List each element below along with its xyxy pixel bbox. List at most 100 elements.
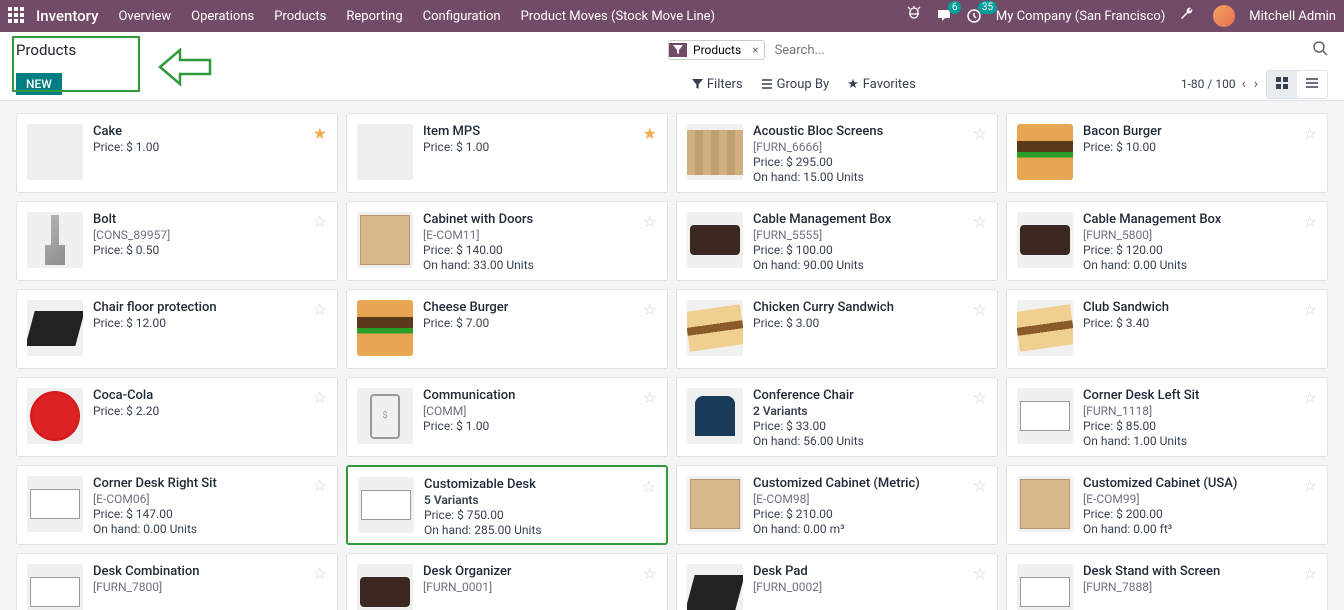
favorite-star-icon[interactable]: ☆ [313,476,327,495]
product-card[interactable]: Customizable Desk5 VariantsPrice: $ 750.… [346,465,668,545]
product-image [687,212,743,268]
nav-menu: Overview Operations Products Reporting C… [118,9,715,24]
product-price: Price: $ 120.00 [1083,243,1317,257]
product-card[interactable]: Cheese BurgerPrice: $ 7.00 ☆ [346,289,668,369]
search-icon[interactable] [1312,40,1328,60]
tutorial-arrow-icon [158,48,212,86]
favorite-star-icon[interactable]: ☆ [313,564,327,583]
product-name: Chair floor protection [93,300,327,315]
favorite-star-icon[interactable]: ☆ [973,124,987,143]
product-card[interactable]: Coca-ColaPrice: $ 2.20 ☆ [16,377,338,457]
product-card[interactable]: Chair floor protectionPrice: $ 12.00 ☆ [16,289,338,369]
product-body: Corner Desk Right Sit[E-COM06]Price: $ 1… [93,476,327,534]
favorite-star-icon[interactable]: ☆ [973,300,987,319]
filters-toggle[interactable]: Filters [692,77,743,92]
favorite-star-icon[interactable]: ☆ [643,212,657,231]
apps-icon[interactable] [8,7,26,25]
product-name: Desk Combination [93,564,327,579]
product-card[interactable]: CakePrice: $ 1.00 ★ [16,113,338,193]
product-name: Bolt [93,212,327,227]
product-ref: [FURN_7888] [1083,580,1317,594]
product-price: Price: $ 0.50 [93,243,327,257]
product-price: Price: $ 1.00 [423,419,657,433]
pager-prev[interactable]: ‹ [1242,76,1246,92]
groupby-toggle[interactable]: Group By [761,77,830,92]
app-brand[interactable]: Inventory [36,7,98,25]
product-name: Cheese Burger [423,300,657,315]
new-button[interactable]: NEW [16,73,62,95]
product-card[interactable]: Desk Stand with Screen[FURN_7888] ☆ [1006,553,1328,610]
favorite-star-icon[interactable]: ☆ [313,388,327,407]
product-ref: [FURN_6666] [753,140,987,154]
nav-configuration[interactable]: Configuration [423,9,501,24]
pager-next[interactable]: › [1254,76,1258,92]
product-card[interactable]: Desk Combination[FURN_7800] ☆ [16,553,338,610]
product-stock: On hand: 1.00 Units [1083,434,1317,448]
nav-operations[interactable]: Operations [191,9,254,24]
messaging-icon[interactable]: 6 [936,8,952,24]
favorite-star-icon[interactable]: ☆ [643,564,657,583]
product-kanban: CakePrice: $ 1.00 ★ Item MPSPrice: $ 1.0… [0,101,1344,610]
favorite-star-icon[interactable]: ☆ [643,388,657,407]
favorite-star-icon[interactable]: ☆ [973,476,987,495]
debug-icon[interactable] [906,6,922,26]
activity-icon[interactable]: 35 [966,8,982,24]
product-name: Chicken Curry Sandwich [753,300,987,315]
product-card[interactable]: Desk Organizer[FURN_0001] ☆ [346,553,668,610]
product-ref: [FURN_7800] [93,580,327,594]
product-price: Price: $ 7.00 [423,316,657,330]
facet-remove[interactable]: × [747,43,763,57]
favorites-toggle[interactable]: ★Favorites [847,77,916,92]
product-card[interactable]: Customized Cabinet (Metric)[E-COM98]Pric… [676,465,998,545]
product-card[interactable]: Corner Desk Left Sit[FURN_1118]Price: $ … [1006,377,1328,457]
favorite-star-icon[interactable]: ☆ [1303,300,1317,319]
product-ref: [FURN_0001] [423,580,657,594]
company-selector[interactable]: My Company (San Francisco) [996,9,1165,24]
product-card[interactable]: Cable Management Box[FURN_5800]Price: $ … [1006,201,1328,281]
favorite-star-icon[interactable]: ★ [643,124,657,143]
favorite-star-icon[interactable]: ☆ [1303,212,1317,231]
favorite-star-icon[interactable]: ☆ [313,300,327,319]
product-card[interactable]: Chicken Curry SandwichPrice: $ 3.00 ☆ [676,289,998,369]
user-name[interactable]: Mitchell Admin [1249,9,1336,24]
activity-badge: 35 [978,1,997,14]
product-body: Desk Organizer[FURN_0001] [423,564,657,610]
search-input[interactable] [771,39,1306,62]
product-name: Item MPS [423,124,657,139]
nav-reporting[interactable]: Reporting [346,9,402,24]
nav-products[interactable]: Products [274,9,326,24]
list-view-btn[interactable] [1297,71,1327,98]
favorite-star-icon[interactable]: ☆ [973,564,987,583]
product-card[interactable]: Club SandwichPrice: $ 3.40 ☆ [1006,289,1328,369]
favorite-star-icon[interactable]: ☆ [1303,124,1317,143]
user-avatar[interactable] [1213,5,1235,27]
wrench-icon[interactable] [1179,6,1195,26]
favorite-star-icon[interactable]: ☆ [973,212,987,231]
product-image [357,300,413,356]
product-card[interactable]: Cabinet with Doors[E-COM11]Price: $ 140.… [346,201,668,281]
favorite-star-icon[interactable]: ☆ [1303,564,1317,583]
favorite-star-icon[interactable]: ☆ [1303,476,1317,495]
nav-product-moves[interactable]: Product Moves (Stock Move Line) [521,9,715,24]
product-price: Price: $ 147.00 [93,507,327,521]
product-card[interactable]: Conference Chair2 VariantsPrice: $ 33.00… [676,377,998,457]
product-card[interactable]: $ Communication[COMM]Price: $ 1.00 ☆ [346,377,668,457]
favorite-star-icon[interactable]: ☆ [643,300,657,319]
product-card[interactable]: Acoustic Bloc Screens[FURN_6666]Price: $… [676,113,998,193]
product-card[interactable]: Bacon BurgerPrice: $ 10.00 ☆ [1006,113,1328,193]
product-image [27,212,83,268]
product-card[interactable]: Corner Desk Right Sit[E-COM06]Price: $ 1… [16,465,338,545]
product-card[interactable]: Desk Pad[FURN_0002] ☆ [676,553,998,610]
favorite-star-icon[interactable]: ☆ [1303,388,1317,407]
favorite-star-icon[interactable]: ☆ [973,388,987,407]
product-card[interactable]: Customized Cabinet (USA)[E-COM99]Price: … [1006,465,1328,545]
product-card[interactable]: Cable Management Box[FURN_5555]Price: $ … [676,201,998,281]
pager-range[interactable]: 1-80 / 100 [1181,77,1236,91]
favorite-star-icon[interactable]: ☆ [642,477,656,496]
product-card[interactable]: Bolt[CONS_89957]Price: $ 0.50 ☆ [16,201,338,281]
nav-overview[interactable]: Overview [118,9,171,24]
favorite-star-icon[interactable]: ☆ [313,212,327,231]
kanban-view-btn[interactable] [1267,71,1297,98]
favorite-star-icon[interactable]: ★ [313,124,327,143]
product-card[interactable]: Item MPSPrice: $ 1.00 ★ [346,113,668,193]
